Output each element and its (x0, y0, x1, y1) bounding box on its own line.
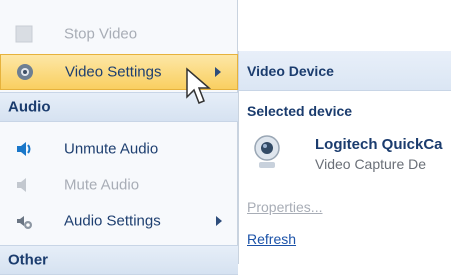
menu-item-unmute-audio[interactable]: Unmute Audio (0, 131, 238, 167)
menu-item-stop-video[interactable]: Stop Video (0, 16, 238, 52)
menu-item-audio-settings[interactable]: Audio Settings (0, 203, 238, 239)
refresh-link[interactable]: Refresh (247, 231, 296, 247)
audio-settings-icon (17, 216, 32, 229)
properties-link[interactable]: Properties... (247, 199, 322, 215)
device-item[interactable]: Logitech QuickCa Video Capture De (239, 126, 451, 182)
chevron-right-icon (216, 216, 222, 226)
chevron-right-icon (215, 67, 221, 77)
section-label: Audio (8, 98, 51, 116)
flyout-header: Video Device (239, 51, 451, 91)
menu-item-label: Mute Audio (64, 176, 140, 194)
stop-video-icon (15, 25, 33, 43)
speaker-muted-icon (17, 178, 26, 192)
menu-item-label: Audio Settings (64, 212, 161, 230)
section-label: Other (8, 251, 49, 269)
menu-item-label: Stop Video (64, 25, 138, 43)
menu-item-label: Unmute Audio (64, 140, 159, 158)
device-name: Logitech QuickCa (315, 136, 443, 153)
flyout-title: Video Device (247, 62, 334, 79)
video-settings-icon (17, 64, 33, 80)
device-type: Video Capture De (315, 156, 427, 172)
selected-device-label: Selected device (247, 103, 353, 119)
menu-item-label: Video Settings (65, 63, 162, 81)
menu-item-mute-audio[interactable]: Mute Audio (0, 167, 238, 203)
section-other: Other (0, 245, 238, 275)
speaker-on-icon (17, 142, 31, 156)
webcam-icon (254, 135, 280, 168)
mouse-cursor-icon (186, 67, 212, 104)
context-menu: Stop Video Video Settings Audio Unmute A… (0, 0, 238, 275)
video-settings-flyout: Video Device Selected device Logitech Qu… (238, 51, 451, 264)
